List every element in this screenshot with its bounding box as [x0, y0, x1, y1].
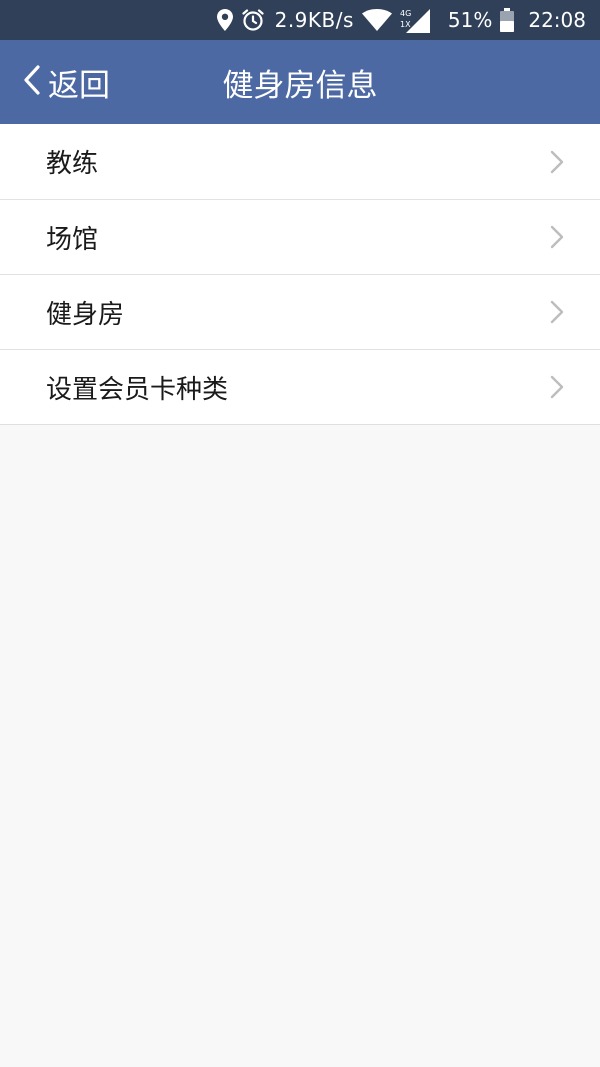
network-type-top: 4G	[400, 9, 411, 18]
chevron-right-icon	[550, 225, 564, 249]
menu-item-membership-card-types[interactable]: 设置会员卡种类	[0, 349, 600, 424]
battery-icon	[500, 8, 515, 32]
alarm-icon	[241, 8, 265, 32]
back-label: 返回	[48, 67, 110, 104]
status-bar: 2.9KB/s 4G 1X 51% 22:08	[0, 0, 600, 40]
menu-item-label: 教练	[46, 149, 99, 179]
menu-item-label: 场馆	[46, 224, 99, 255]
chevron-right-icon	[550, 150, 564, 174]
menu-list: 教练 场馆 健身房 设置会员卡种类	[0, 124, 600, 425]
network-speed: 2.9KB/s	[274, 8, 354, 32]
menu-item-gym[interactable]: 健身房	[0, 274, 600, 349]
signal-icon: 4G 1X	[400, 7, 430, 33]
wifi-icon	[361, 9, 392, 31]
battery-percent: 51%	[447, 8, 493, 32]
network-type-bottom: 1X	[400, 20, 411, 29]
back-button[interactable]: 返回	[22, 40, 110, 124]
menu-item-label: 设置会员卡种类	[46, 374, 229, 405]
chevron-right-icon	[550, 375, 564, 399]
nav-bar: 返回 健身房信息	[0, 40, 600, 124]
clock: 22:08	[528, 8, 586, 32]
menu-item-venue[interactable]: 场馆	[0, 199, 600, 274]
menu-item-coach[interactable]: 教练	[0, 124, 600, 199]
chevron-right-icon	[550, 300, 564, 324]
location-icon	[216, 9, 233, 31]
chevron-left-icon	[22, 64, 42, 100]
menu-item-label: 健身房	[46, 299, 125, 330]
